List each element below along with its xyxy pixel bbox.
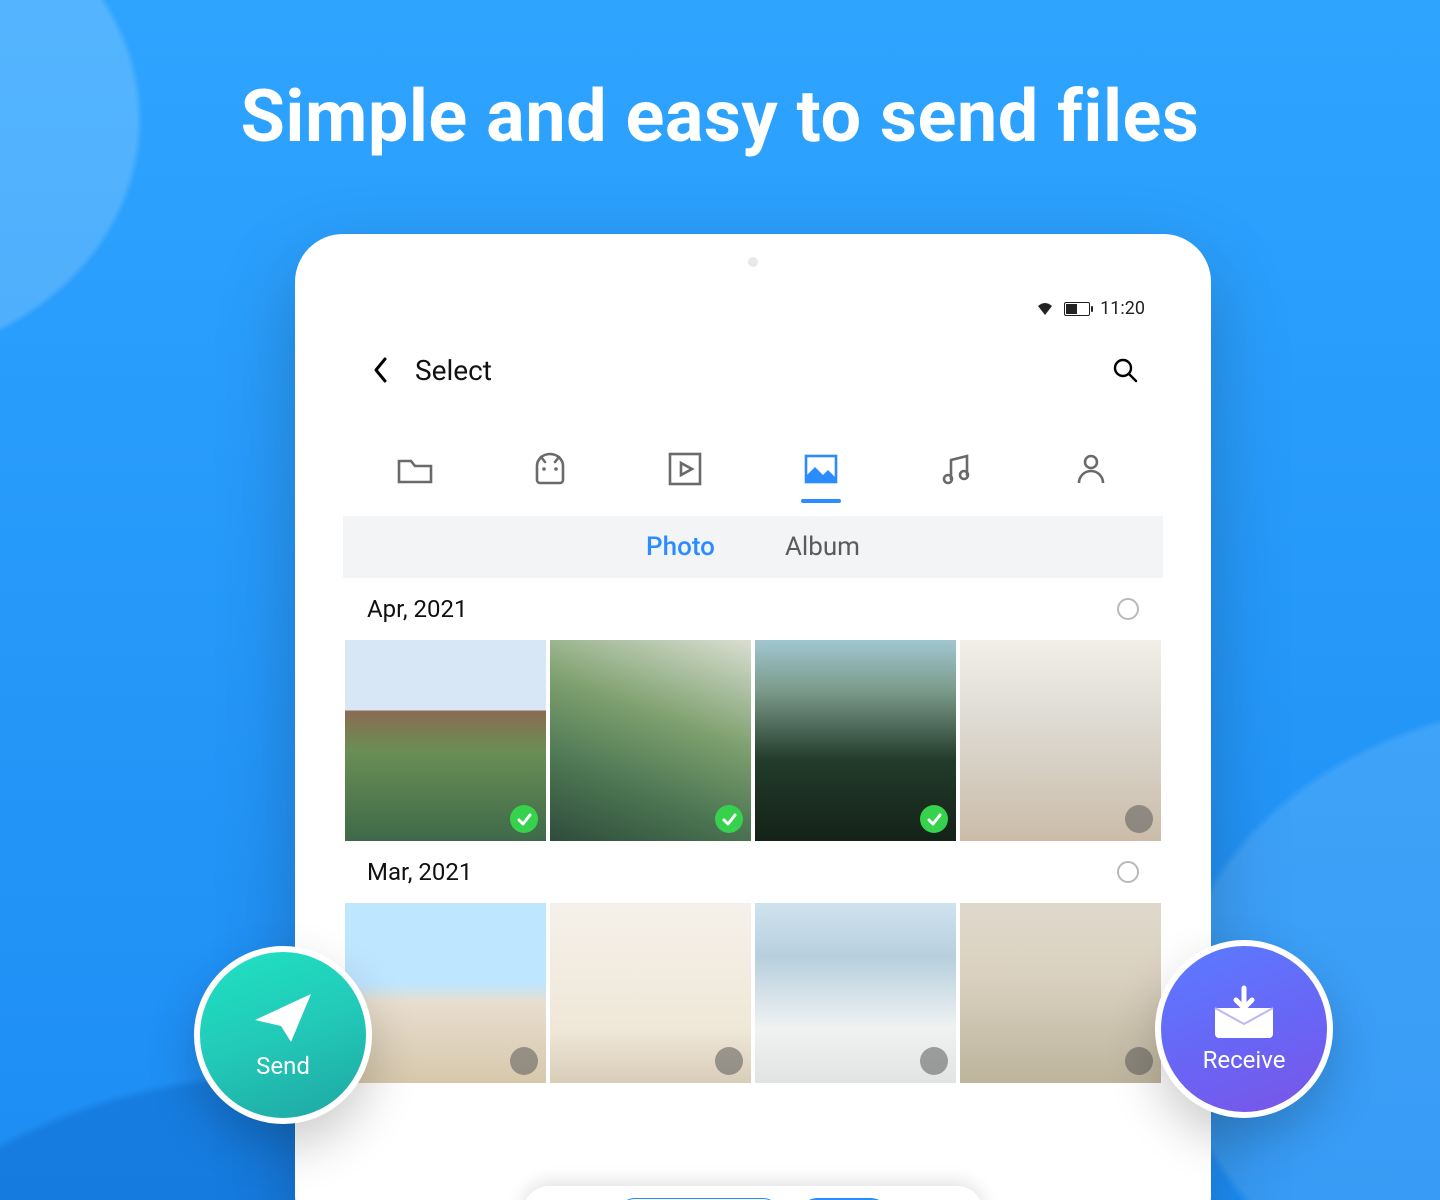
unselected-dot-icon (715, 1047, 743, 1075)
paper-plane-icon (251, 990, 315, 1046)
inbox-download-icon (1209, 984, 1279, 1040)
unselected-dot-icon (1125, 1047, 1153, 1075)
photo-thumb[interactable] (550, 903, 751, 1083)
status-time: 11:20 (1100, 298, 1145, 319)
grid-apr (343, 640, 1163, 841)
check-icon (510, 805, 538, 833)
bottom-action-bar: Selected （3） Seed (523, 1186, 983, 1200)
select-all-mar[interactable] (1117, 861, 1139, 883)
subtab-photo[interactable]: Photo (646, 532, 715, 562)
section-label: Mar, 2021 (367, 858, 472, 886)
app-screen: 11:20 Select (343, 290, 1163, 1200)
receive-bubble-label: Receive (1203, 1046, 1286, 1074)
unselected-dot-icon (510, 1047, 538, 1075)
send-bubble[interactable]: Send (194, 946, 372, 1124)
tab-apps[interactable] (522, 452, 578, 486)
category-tabs (343, 436, 1163, 502)
section-header-mar: Mar, 2021 (343, 841, 1163, 903)
tablet-camera-dot (748, 257, 758, 267)
tab-contacts[interactable] (1063, 452, 1119, 486)
photo-thumb[interactable] (550, 640, 751, 841)
tab-files[interactable] (387, 453, 443, 485)
tab-video[interactable] (657, 451, 713, 487)
check-icon (715, 805, 743, 833)
subtab-album[interactable]: Album (785, 532, 860, 562)
photo-thumb[interactable] (345, 640, 546, 841)
status-bar: 11:20 (1036, 298, 1145, 319)
unselected-dot-icon (1125, 805, 1153, 833)
tab-music[interactable] (928, 452, 984, 486)
section-label: Apr, 2021 (367, 595, 467, 623)
subtabs: Photo Album (343, 516, 1163, 578)
photo-thumb[interactable] (345, 903, 546, 1083)
marketing-headline: Simple and easy to send files (0, 74, 1440, 159)
wifi-icon (1036, 302, 1054, 316)
receive-bubble[interactable]: Receive (1155, 940, 1333, 1118)
select-all-apr[interactable] (1117, 598, 1139, 620)
unselected-dot-icon (920, 1047, 948, 1075)
photo-thumb[interactable] (755, 640, 956, 841)
photo-thumb[interactable] (960, 903, 1161, 1083)
section-header-apr: Apr, 2021 (343, 578, 1163, 640)
app-header: Select (343, 342, 1163, 398)
photo-content: Apr, 2021 Mar, 2021 (343, 578, 1163, 1200)
battery-icon (1064, 302, 1090, 316)
page-title: Select (415, 354, 492, 387)
search-button[interactable] (1107, 352, 1143, 388)
check-icon (920, 805, 948, 833)
send-bubble-label: Send (256, 1052, 310, 1080)
photo-thumb[interactable] (755, 903, 956, 1083)
photo-thumb[interactable] (960, 640, 1161, 841)
grid-mar (343, 903, 1163, 1083)
tablet-frame: 11:20 Select (295, 234, 1211, 1200)
back-button[interactable] (363, 352, 399, 388)
tab-image[interactable] (793, 453, 849, 485)
